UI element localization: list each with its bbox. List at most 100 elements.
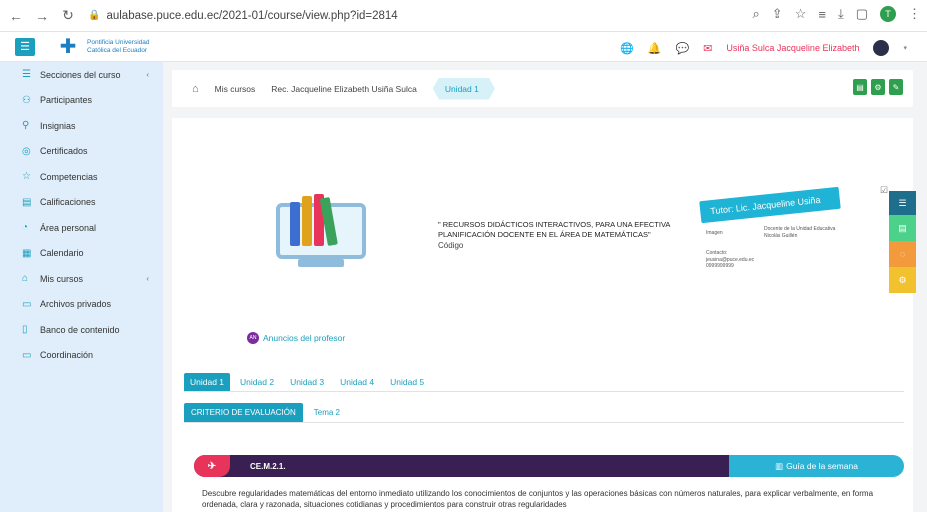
- books-monitor-illustration: [276, 193, 366, 268]
- pencil-icon: ✎: [892, 82, 900, 92]
- drawer-alerts-button[interactable]: ◌: [889, 241, 916, 267]
- profile-avatar[interactable]: T: [880, 6, 896, 22]
- avatar[interactable]: [873, 40, 890, 56]
- user-menu-name[interactable]: Usiña Sulca Jacqueline Elizabeth: [726, 43, 859, 53]
- report-button[interactable]: ▤: [853, 79, 867, 95]
- zoom-icon[interactable]: ⌕: [753, 6, 760, 22]
- sidebar-navigation: ☰ Secciones del curso ‹ ⚇ Participantes …: [0, 62, 163, 512]
- tab-unidad-2[interactable]: Unidad 2: [234, 373, 280, 391]
- download-icon[interactable]: ⤓: [838, 6, 844, 22]
- home-icon[interactable]: ⌂: [192, 83, 199, 95]
- site-header: ☰ ✚ Pontificia Universidad Católica del …: [0, 32, 927, 62]
- reload-icon[interactable]: ↻: [58, 6, 78, 26]
- tab-unidad-3[interactable]: Unidad 3: [284, 373, 330, 391]
- dashboard-icon: ◔: [22, 222, 29, 234]
- tutor-card: Tutor: Lic. Jacqueline Usiña Imagen Doce…: [699, 186, 850, 278]
- chevron-left-icon: ‹: [146, 70, 149, 80]
- lock-icon: 🔒: [88, 10, 101, 21]
- address-bar[interactable]: 🔒 aulabase.puce.edu.ec/2021-01/course/vi…: [88, 10, 398, 22]
- tab-unidad-1[interactable]: Unidad 1: [184, 373, 231, 391]
- folder-icon: ▭: [22, 349, 32, 361]
- sidebar-item-certificates[interactable]: ◎ Certificados: [0, 139, 163, 165]
- calendar-icon: ▦: [22, 247, 32, 259]
- messages-chat-icon[interactable]: 💬: [675, 42, 689, 55]
- breadcrumb: ⌂ Mis cursos Rec. Jacqueline Elizabeth U…: [172, 70, 913, 107]
- settings-button[interactable]: ⚙: [871, 79, 885, 95]
- logo-text: Pontificia Universidad Católica del Ecua…: [87, 39, 150, 54]
- tutor-image-label: Imagen: [706, 230, 723, 236]
- breadcrumb-course[interactable]: Rec. Jacqueline Elizabeth Usiña Sulca: [271, 84, 417, 94]
- forum-icon: AN: [247, 332, 259, 344]
- course-content: " RECURSOS DIDÁCTICOS INTERACTIVOS, PARA…: [172, 118, 913, 512]
- tutor-contact: Contacto: jeusina@puce.edu.ec 0999999999: [706, 250, 755, 269]
- right-drawer-buttons: ☰ ▤ ◌ ⚙: [889, 191, 916, 293]
- content-bank-icon: ▯: [22, 324, 28, 336]
- window-icon[interactable]: ▢: [856, 6, 868, 22]
- sidebar-item-calendar[interactable]: ▦ Calendario: [0, 241, 163, 267]
- weekly-guide-button[interactable]: ▥ Guía de la semana: [729, 455, 904, 477]
- sidebar-item-content-bank[interactable]: ▯ Banco de contenido: [0, 317, 163, 343]
- edit-mode-button[interactable]: ✎: [889, 79, 903, 95]
- drawer-toggle-button[interactable]: ☰: [15, 37, 35, 56]
- mail-icon[interactable]: ✉: [703, 42, 712, 55]
- browser-menu-icon[interactable]: ⋮: [908, 6, 921, 22]
- completion-checkbox-icon[interactable]: ☑: [880, 185, 888, 196]
- book-icon: ▥: [775, 460, 784, 471]
- notes-icon: ▤: [898, 222, 907, 233]
- notifications-bell-icon[interactable]: 🔔: [648, 42, 662, 55]
- announcements-link[interactable]: AN Anuncios del profesor: [247, 332, 345, 344]
- back-icon[interactable]: ←: [6, 6, 26, 26]
- graduation-cap-icon: ⌂: [22, 273, 29, 285]
- tutor-banner: Tutor: Lic. Jacqueline Usiña: [699, 186, 841, 224]
- sidebar-item-coordination[interactable]: ▭ Coordinación: [0, 343, 163, 369]
- unit-tabs: Unidad 1 Unidad 2 Unidad 3 Unidad 4 Unid…: [184, 372, 904, 392]
- bookmark-star-icon[interactable]: ☆: [795, 6, 807, 22]
- badge-icon: ⚲: [22, 120, 30, 132]
- reading-list-icon[interactable]: ≡: [818, 7, 826, 22]
- sidebar-item-participants[interactable]: ⚇ Participantes: [0, 88, 163, 114]
- forward-icon[interactable]: →: [32, 6, 52, 26]
- pin-icon: ✈: [194, 455, 230, 477]
- gear-icon: ⚙: [898, 274, 907, 285]
- course-code-label: Código: [438, 241, 464, 250]
- language-globe-icon[interactable]: 🌐: [620, 42, 634, 55]
- gear-icon: ⚙: [874, 82, 882, 92]
- criterion-code: CE.M.2.1.: [250, 461, 286, 471]
- tab-unidad-4[interactable]: Unidad 4: [334, 373, 380, 391]
- university-logo[interactable]: ✚ Pontificia Universidad Católica del Ec…: [53, 35, 150, 59]
- criterion-description: Descubre regularidades matemáticas del e…: [202, 489, 874, 509]
- share-icon[interactable]: ⇪: [772, 6, 783, 22]
- breadcrumb-my-courses[interactable]: Mis cursos: [215, 84, 256, 94]
- tutor-description: Docente de la Unidad Educativa Nicolás G…: [764, 226, 836, 239]
- grades-icon: ▤: [22, 196, 32, 208]
- drawer-index-button[interactable]: ☰: [889, 191, 916, 215]
- list-icon: ☰: [898, 197, 907, 208]
- browser-toolbar: ← → ↻ 🔒 aulabase.puce.edu.ec/2021-01/cou…: [0, 0, 927, 32]
- sidebar-item-badges[interactable]: ⚲ Insignias: [0, 113, 163, 139]
- tab-tema-2[interactable]: Tema 2: [307, 403, 347, 422]
- chevron-left-icon: ‹: [146, 274, 149, 284]
- drawer-settings-button[interactable]: ⚙: [889, 267, 916, 293]
- star-icon: ☆: [22, 171, 31, 183]
- sidebar-item-grades[interactable]: ▤ Calificaciones: [0, 190, 163, 216]
- file-icon: ▭: [22, 298, 32, 310]
- sidebar-item-dashboard[interactable]: ◔ Área personal: [0, 215, 163, 241]
- tab-criterio-evaluacion[interactable]: CRITERIO DE EVALUACIÓN: [184, 403, 303, 422]
- certificate-icon: ◎: [22, 145, 31, 157]
- users-icon: ⚇: [22, 94, 31, 106]
- list-icon: ☰: [22, 69, 31, 81]
- user-menu-caret-icon[interactable]: ▾: [903, 44, 907, 52]
- course-title: " RECURSOS DIDÁCTICOS INTERACTIVOS, PARA…: [438, 220, 678, 251]
- alert-icon: ◌: [899, 249, 906, 259]
- criterion-bar: ✈ CE.M.2.1. ▥ Guía de la semana: [194, 455, 904, 477]
- sidebar-item-my-courses[interactable]: ⌂ Mis cursos ‹: [0, 266, 163, 292]
- subtopic-tabs: CRITERIO DE EVALUACIÓN Tema 2: [184, 401, 904, 423]
- drawer-notes-button[interactable]: ▤: [889, 215, 916, 241]
- breadcrumb-current-unit[interactable]: Unidad 1: [433, 78, 495, 100]
- sidebar-item-competencies[interactable]: ☆ Competencias: [0, 164, 163, 190]
- logo-cross-icon: ✚: [59, 36, 77, 58]
- sidebar-item-private-files[interactable]: ▭ Archivos privados: [0, 292, 163, 318]
- sidebar-item-course-sections[interactable]: ☰ Secciones del curso ‹: [0, 62, 163, 88]
- document-icon: ▤: [856, 82, 864, 92]
- tab-unidad-5[interactable]: Unidad 5: [384, 373, 430, 391]
